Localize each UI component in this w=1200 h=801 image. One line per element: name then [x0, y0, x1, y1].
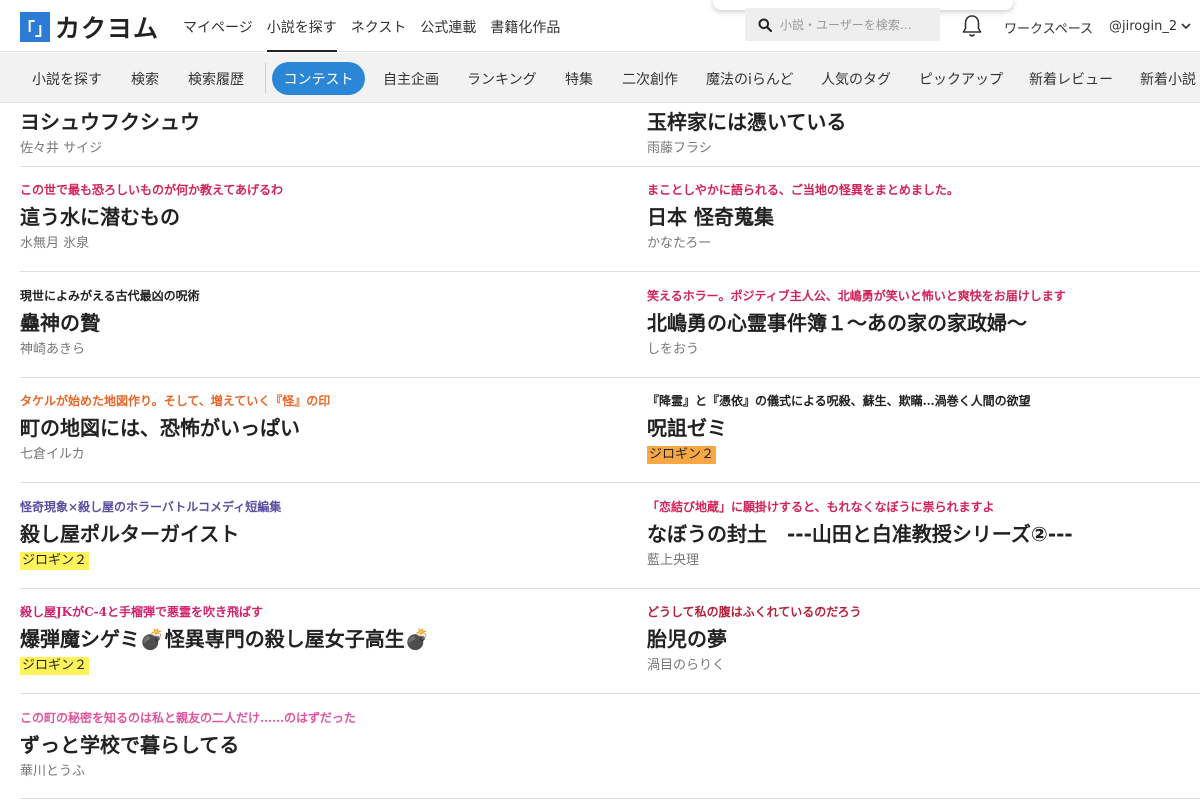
subnav-find-novels[interactable]: 小説を探す [32, 69, 102, 89]
logo-mark-icon: 「」 [18, 12, 52, 42]
subnav-search[interactable]: 検索 [131, 69, 159, 89]
work-title[interactable]: 日本 怪奇蒐集 [647, 203, 1200, 231]
search-icon [758, 18, 772, 32]
work-author[interactable]: 七倉イルカ [20, 446, 600, 464]
subnav-maho-iland[interactable]: 魔法のiらんど [706, 69, 793, 89]
work-item[interactable]: 現世によみがえる古代最凶の呪術 蠱神の贄 神崎あきら [20, 287, 600, 359]
subnav-fan-fiction[interactable]: 二次創作 [622, 69, 678, 89]
work-author[interactable]: 渦目のらりく [647, 657, 1200, 675]
subnav-divider [265, 63, 266, 93]
work-catchphrase: 笑えるホラー。ポジティブ主人公、北嶋勇が笑いと怖いと爽快をお届けします [647, 289, 1066, 303]
row-divider [20, 166, 1200, 167]
work-title[interactable]: 蠱神の贄 [20, 309, 600, 337]
work-author[interactable]: 藍上央理 [647, 552, 1200, 570]
work-title[interactable]: 胎児の夢 [647, 625, 1200, 653]
work-item[interactable]: 笑えるホラー。ポジティブ主人公、北嶋勇が笑いと怖いと爽快をお届けします 北嶋勇の… [647, 287, 1200, 359]
work-list: ヨシュウフクシュウ 佐々井 サイジ この世で最も恐ろしいものが何か教えてあげるわ… [0, 104, 1200, 801]
subnav-new-novels[interactable]: 新着小説 [1140, 69, 1196, 89]
subnav-features[interactable]: 特集 [565, 69, 593, 89]
work-catchphrase: 殺し屋JKがC-4と手榴弾で悪霊を吹き飛ばす [20, 605, 263, 619]
work-author[interactable]: かなたろー [647, 235, 1200, 253]
work-catchphrase: 「恋結び地蔵」に願掛けすると、もれなくなぼうに祟られますよ [647, 500, 995, 514]
work-title[interactable]: ずっと学校で暮らしてる [20, 731, 600, 759]
work-author-highlighted[interactable]: ジロギン２ [647, 446, 717, 464]
work-catchphrase: この町の秘密を知るのは私と親友の二人だけ……のはずだった [20, 711, 356, 725]
work-item[interactable]: この町の秘密を知るのは私と親友の二人だけ……のはずだった ずっと学校で暮らしてる… [20, 709, 600, 781]
subnav-contest-active[interactable]: コンテスト [272, 62, 365, 95]
work-author[interactable]: 水無月 氷泉 [20, 235, 600, 253]
work-title[interactable]: 玉梓家には憑いている [647, 108, 1200, 136]
work-item[interactable]: 『降霊』と『憑依』の儀式による呪殺、蘇生、欺瞞…渦巻く人間の欲望 呪詛ゼミ ジロ… [647, 392, 1200, 464]
work-title[interactable]: なぼうの封土 ---山田と白准教授シリーズ②--- [647, 520, 1200, 548]
work-catchphrase: この世で最も恐ろしいものが何か教えてあげるわ [20, 183, 284, 197]
work-author[interactable]: 神崎あきら [20, 341, 600, 359]
search-box[interactable] [745, 8, 940, 41]
work-title[interactable]: 這う水に潜むもの [20, 203, 600, 231]
user-menu[interactable]: @jirogin_2 [1109, 19, 1191, 34]
top-nav: マイページ 小説を探す ネクスト 公式連載 書籍化作品 [183, 0, 574, 52]
logo-text: カクヨム [55, 14, 160, 43]
row-divider [20, 588, 1200, 589]
site-logo[interactable]: 「」 カクヨム [18, 9, 160, 45]
work-author[interactable]: 佐々井 サイジ [20, 140, 600, 158]
work-item[interactable]: ヨシュウフクシュウ 佐々井 サイジ [20, 104, 600, 158]
sub-nav: 小説を探す 検索 検索履歴 コンテスト 自主企画 ランキング 特集 二次創作 魔… [0, 53, 1200, 103]
row-divider [20, 798, 1200, 799]
work-item[interactable]: タケルが始めた地図作り。そして、増えていく『怪』の印 町の地図には、恐怖がいっぱ… [20, 392, 600, 464]
user-name: @jirogin_2 [1109, 19, 1178, 34]
work-catchphrase: タケルが始めた地図作り。そして、増えていく『怪』の印 [20, 394, 331, 408]
row-divider [20, 377, 1200, 378]
subnav-ranking[interactable]: ランキング [467, 69, 537, 89]
work-catchphrase: どうして私の腹はふくれているのだろう [647, 605, 862, 619]
bell-icon[interactable] [961, 14, 983, 38]
work-author-highlighted[interactable]: ジロギン２ [20, 657, 90, 675]
work-item[interactable]: 怪奇現象×殺し屋のホラーバトルコメディ短編集 殺し屋ポルターガイスト ジロギン２ [20, 498, 600, 570]
work-catchphrase: 現世によみがえる古代最凶の呪術 [20, 289, 200, 303]
work-item[interactable]: まことしやかに語られる、ご当地の怪異をまとめました。 日本 怪奇蒐集 かなたろー [647, 181, 1200, 253]
top-nav-official-serial[interactable]: 公式連載 [420, 0, 476, 52]
workspace-link[interactable]: ワークスペース [1004, 18, 1093, 37]
work-author[interactable]: 華川とうふ [20, 763, 600, 781]
work-author[interactable]: 雨藤フラシ [647, 140, 1200, 158]
work-title[interactable]: ヨシュウフクシュウ [20, 108, 600, 136]
row-divider [20, 693, 1200, 694]
work-title[interactable]: 殺し屋ポルターガイスト [20, 520, 600, 548]
top-nav-next[interactable]: ネクスト [351, 0, 407, 52]
subnav-user-events[interactable]: 自主企画 [383, 69, 439, 89]
work-title[interactable]: 爆弾魔シゲミ💣怪異専門の殺し屋女子高生💣 [20, 625, 600, 653]
work-catchphrase: 怪奇現象×殺し屋のホラーバトルコメディ短編集 [20, 500, 282, 514]
work-title[interactable]: 北嶋勇の心霊事件簿１～あの家の家政婦～ [647, 309, 1200, 337]
work-title[interactable]: 呪詛ゼミ [647, 414, 1200, 442]
subnav-search-history[interactable]: 検索履歴 [188, 69, 244, 89]
row-divider [20, 482, 1200, 483]
subnav-pickup[interactable]: ピックアップ [919, 69, 1003, 89]
top-nav-mypage[interactable]: マイページ [183, 0, 253, 52]
top-nav-find-novels[interactable]: 小説を探す [266, 0, 337, 52]
work-item[interactable]: 「恋結び地蔵」に願掛けすると、もれなくなぼうに祟られますよ なぼうの封土 ---… [647, 498, 1200, 570]
work-title[interactable]: 町の地図には、恐怖がいっぱい [20, 414, 600, 442]
subnav-popular-tags[interactable]: 人気のタグ [821, 69, 891, 89]
work-item[interactable]: 殺し屋JKがC-4と手榴弾で悪霊を吹き飛ばす 爆弾魔シゲミ💣怪異専門の殺し屋女子… [20, 603, 600, 675]
work-author-highlighted[interactable]: ジロギン２ [20, 552, 90, 570]
site-header: 「」 カクヨム マイページ 小説を探す ネクスト 公式連載 書籍化作品 ワークス… [0, 0, 1200, 52]
row-divider [20, 271, 1200, 272]
work-catchphrase: 『降霊』と『憑依』の儀式による呪殺、蘇生、欺瞞…渦巻く人間の欲望 [647, 394, 1031, 408]
work-item[interactable]: どうして私の腹はふくれているのだろう 胎児の夢 渦目のらりく [647, 603, 1200, 675]
work-item[interactable]: 玉梓家には憑いている 雨藤フラシ [647, 104, 1200, 158]
search-input[interactable] [780, 17, 930, 32]
work-item[interactable]: この世で最も恐ろしいものが何か教えてあげるわ 這う水に潜むもの 水無月 氷泉 [20, 181, 600, 253]
subnav-new-reviews[interactable]: 新着レビュー [1029, 69, 1113, 89]
chevron-down-icon [1181, 23, 1191, 30]
top-nav-published-works[interactable]: 書籍化作品 [490, 0, 560, 52]
work-catchphrase: まことしやかに語られる、ご当地の怪異をまとめました。 [647, 183, 959, 197]
work-author[interactable]: しをおう [647, 341, 1200, 359]
